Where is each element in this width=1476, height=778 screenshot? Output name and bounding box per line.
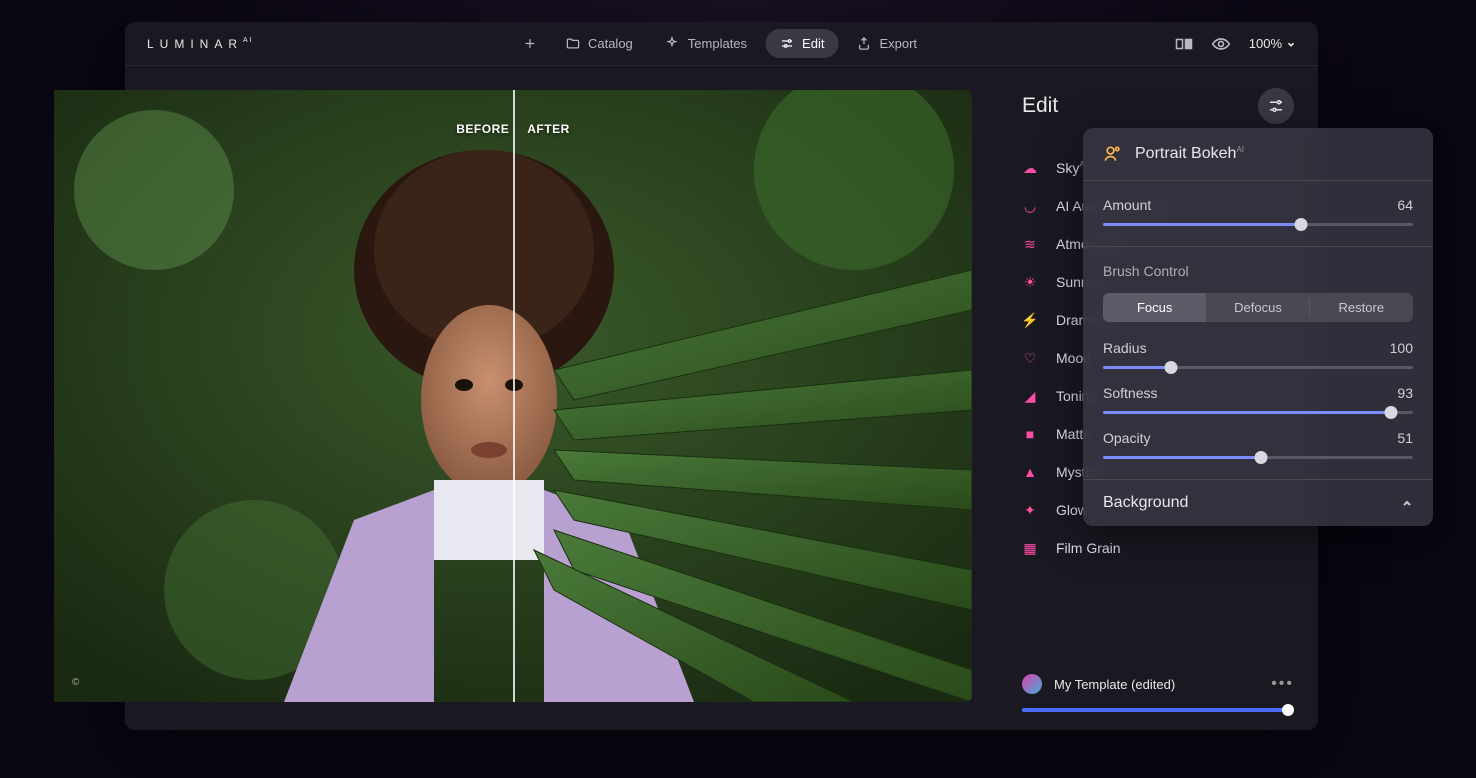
slider-thumb[interactable] [1165, 361, 1178, 374]
templates-label: Templates [688, 36, 747, 51]
before-label: BEFORE [456, 122, 509, 136]
amount-label: Amount [1103, 197, 1151, 213]
softness-value: 93 [1397, 385, 1413, 401]
opacity-label: Opacity [1103, 430, 1150, 446]
chevron-down-icon [1286, 39, 1296, 49]
top-nav: Catalog Templates Edit Export [512, 29, 931, 58]
film-icon: ▦ [1022, 540, 1038, 556]
copyright: © [72, 677, 79, 688]
template-name: My Template (edited) [1054, 677, 1175, 692]
folder-icon [565, 36, 580, 51]
tool-film-grain[interactable]: ▦ Film Grain [1022, 536, 1294, 560]
panel-header: Portrait BokehAI [1083, 128, 1433, 181]
opacity-value: 51 [1397, 430, 1413, 446]
rainbow-icon: ◡ [1022, 198, 1038, 214]
brush-control-title: Brush Control [1103, 263, 1413, 279]
sliders-icon [779, 36, 794, 51]
amount-value: 64 [1397, 197, 1413, 213]
app-logo: LUMINARAI [147, 37, 254, 51]
background-label: Background [1103, 494, 1188, 512]
tool-label: Film Grain [1056, 540, 1121, 556]
sparkle-icon [665, 36, 680, 51]
segment-restore[interactable]: Restore [1310, 293, 1413, 322]
templates-tab[interactable]: Templates [651, 29, 761, 58]
cloud-icon: ☁ [1022, 160, 1038, 176]
add-button[interactable] [512, 29, 547, 58]
before-after-labels: BEFORE AFTER [456, 122, 570, 136]
app-name: LUMINAR [147, 37, 243, 51]
sliders-icon [1267, 97, 1285, 115]
zoom-value: 100% [1249, 36, 1282, 51]
template-intensity-slider[interactable] [1022, 708, 1294, 712]
brush-control-section: Brush Control Focus Defocus Restore Radi… [1083, 246, 1433, 479]
edit-title: Edit [1022, 94, 1058, 118]
template-footer: My Template (edited) ••• [1022, 674, 1294, 694]
bolt-icon: ⚡ [1022, 312, 1038, 328]
slider-thumb[interactable] [1255, 451, 1268, 464]
zoom-dropdown[interactable]: 100% [1249, 36, 1296, 51]
slider-thumb[interactable] [1282, 704, 1294, 716]
waves-icon: ≋ [1022, 236, 1038, 252]
top-bar: LUMINARAI Catalog Templates Edit Export [125, 22, 1318, 66]
edit-header: Edit [1022, 88, 1294, 124]
heart-icon: ♡ [1022, 350, 1038, 366]
chevron-up-icon [1401, 497, 1413, 509]
panel-title: Portrait BokehAI [1135, 145, 1244, 163]
amount-slider[interactable]: Amount 64 [1103, 197, 1413, 226]
radius-label: Radius [1103, 340, 1147, 356]
canvas[interactable]: BEFORE AFTER © [54, 90, 972, 702]
template-thumb [1022, 674, 1042, 694]
slider-thumb[interactable] [1295, 218, 1308, 231]
background-section-toggle[interactable]: Background [1083, 479, 1433, 526]
compare-icon[interactable] [1175, 37, 1193, 51]
more-button[interactable]: ••• [1271, 675, 1294, 693]
radius-slider[interactable]: Radius 100 [1103, 340, 1413, 369]
softness-label: Softness [1103, 385, 1157, 401]
sparkle-icon: ✦ [1022, 502, 1038, 518]
opacity-slider[interactable]: Opacity 51 [1103, 430, 1413, 459]
amount-section: Amount 64 [1083, 181, 1433, 246]
softness-slider[interactable]: Softness 93 [1103, 385, 1413, 414]
catalog-label: Catalog [588, 36, 633, 51]
eye-icon[interactable] [1211, 37, 1231, 51]
square-icon: ■ [1022, 426, 1038, 442]
export-tab[interactable]: Export [842, 29, 931, 58]
triangle-icon: ▲ [1022, 464, 1038, 480]
edit-label: Edit [802, 36, 824, 51]
edit-tab[interactable]: Edit [765, 29, 838, 58]
export-label: Export [879, 36, 917, 51]
after-label: AFTER [527, 122, 570, 136]
plus-icon [522, 36, 537, 51]
radius-value: 100 [1390, 340, 1413, 356]
before-after-divider[interactable] [513, 90, 515, 702]
tool-label: Sky [1056, 160, 1079, 176]
portrait-icon [1103, 144, 1123, 164]
adjustments-button[interactable] [1258, 88, 1294, 124]
segment-defocus[interactable]: Defocus [1206, 293, 1309, 322]
slider-thumb[interactable] [1385, 406, 1398, 419]
sun-icon: ☀ [1022, 274, 1038, 290]
bucket-icon: ◢ [1022, 388, 1038, 404]
catalog-tab[interactable]: Catalog [551, 29, 647, 58]
app-name-suffix: AI [243, 37, 254, 44]
portrait-bokeh-panel: Portrait BokehAI Amount 64 Brush Control … [1083, 128, 1433, 526]
export-icon [856, 36, 871, 51]
top-right: 100% [1175, 36, 1296, 51]
segment-focus[interactable]: Focus [1103, 293, 1206, 322]
brush-mode-segment: Focus Defocus Restore [1103, 293, 1413, 322]
